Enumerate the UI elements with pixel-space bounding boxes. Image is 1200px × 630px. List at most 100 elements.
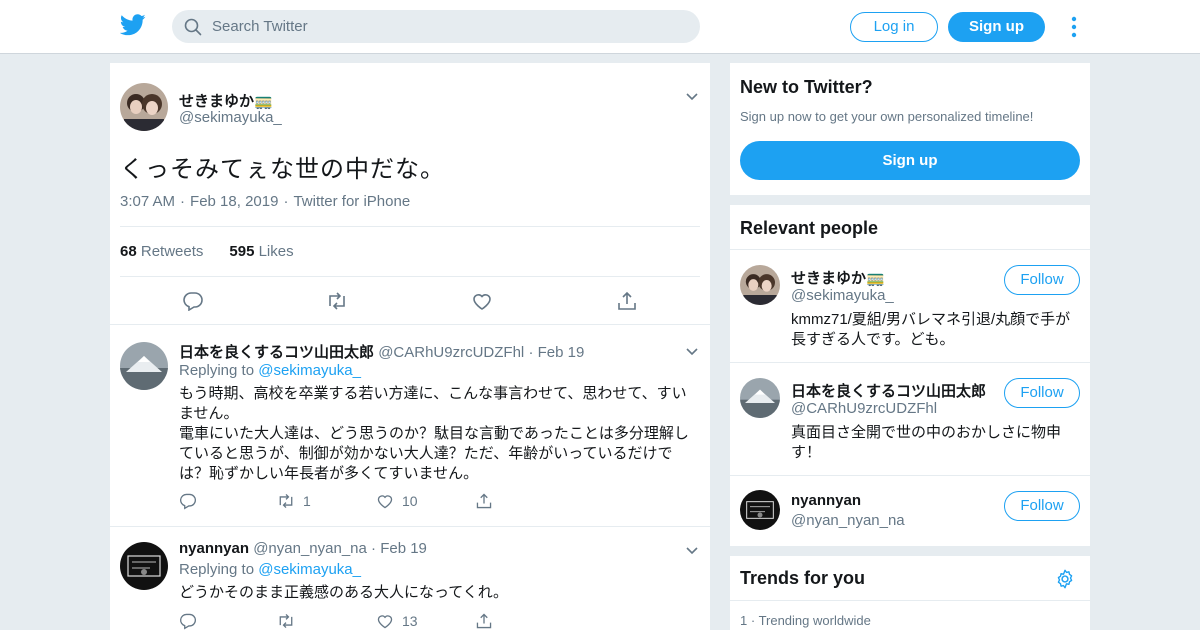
share-icon bbox=[476, 493, 492, 509]
reply-line: もう時期、高校を卒業する若い方達に、こんな事言わせて、思わせて、すい bbox=[179, 385, 687, 402]
signup-button[interactable]: Sign up bbox=[948, 12, 1045, 42]
reply-icon bbox=[180, 613, 197, 630]
login-button[interactable]: Log in bbox=[850, 12, 938, 42]
person-name[interactable]: せきまゆか🚃 bbox=[791, 267, 885, 288]
chevron-down-icon[interactable] bbox=[685, 346, 699, 356]
avatar[interactable] bbox=[120, 342, 168, 390]
reply-author-name[interactable]: nyannyan bbox=[179, 540, 249, 557]
reply-line: 電車にいた大人達は、どう思うのか？駄目な言動であったことは多分理解し bbox=[179, 425, 689, 442]
card-title: New to Twitter? bbox=[740, 77, 873, 97]
like-icon[interactable] bbox=[471, 291, 493, 311]
card-subtitle: Sign up now to get your own personalized… bbox=[740, 109, 1034, 124]
divider bbox=[120, 226, 700, 227]
likes-label: Likes bbox=[258, 243, 294, 260]
tweet-text: くっそみてぇな世の中だな。 bbox=[120, 156, 445, 183]
avatar[interactable] bbox=[120, 542, 168, 590]
replying-to: Replying to @sekimayuka_ bbox=[179, 561, 361, 578]
retweet-icon[interactable] bbox=[326, 291, 348, 311]
likes-count: 595 bbox=[229, 243, 255, 260]
reply-action[interactable] bbox=[179, 492, 197, 510]
reply-header: nyannyan @nyan_nyan_na · Feb 19 bbox=[179, 540, 427, 557]
retweet-action[interactable] bbox=[277, 612, 295, 630]
gear-icon[interactable] bbox=[1054, 568, 1076, 590]
like-icon bbox=[377, 495, 393, 509]
share-icon bbox=[476, 613, 492, 629]
chevron-down-icon[interactable] bbox=[685, 545, 699, 555]
follow-button[interactable]: Follow bbox=[1004, 491, 1080, 521]
retweets-count: 68 bbox=[120, 243, 137, 260]
person-bio: 真面目さ全開で世の中のおかしさに物申 す！ bbox=[791, 423, 1076, 463]
reply-tweet[interactable]: 日本を良くするコツ山田太郎 @CARhU9zrcUDZFhl · Feb 19 … bbox=[110, 326, 710, 527]
person-bio: kmmz71/夏組/男バレマネ引退/丸顔で手が 長すぎる人です。ども。 bbox=[791, 310, 1076, 350]
person-name[interactable]: 日本を良くするコツ山田太郎 bbox=[791, 380, 986, 401]
replying-to-link[interactable]: @sekimayuka_ bbox=[258, 362, 361, 379]
person-name[interactable]: nyannyan bbox=[791, 492, 861, 509]
trends-card: Trends for you 1 · Trending worldwide bbox=[730, 556, 1090, 630]
retweets-stat[interactable]: 68 Retweets bbox=[120, 243, 203, 260]
reply-line: ません。 bbox=[179, 405, 239, 422]
reply-date-text: Feb 19 bbox=[380, 540, 427, 557]
person-handle[interactable]: @CARhU9zrcUDZFhl bbox=[791, 400, 937, 417]
tweet-time[interactable]: 3:07 AM bbox=[120, 193, 175, 210]
share-action[interactable] bbox=[475, 612, 493, 630]
reply-line: どうかそのまま正義感のある大人になってくれ。 bbox=[179, 584, 508, 601]
reply-date[interactable]: · Feb 19 bbox=[371, 540, 427, 557]
retweet-icon bbox=[279, 493, 293, 509]
person-handle[interactable]: @sekimayuka_ bbox=[791, 287, 894, 304]
divider bbox=[120, 276, 700, 277]
replying-to-link[interactable]: @sekimayuka_ bbox=[258, 561, 361, 578]
avatar[interactable] bbox=[740, 378, 780, 418]
signup-large-button[interactable]: Sign up bbox=[740, 141, 1080, 180]
tweet-date[interactable]: Feb 18, 2019 bbox=[190, 193, 278, 210]
search-icon bbox=[184, 18, 202, 36]
tweet-stats: 68 Retweets 595 Likes bbox=[120, 243, 294, 260]
like-action[interactable]: 13 bbox=[376, 612, 418, 630]
share-icon[interactable] bbox=[616, 291, 638, 311]
reply-action[interactable] bbox=[179, 612, 197, 630]
reply-date-text: Feb 19 bbox=[537, 344, 585, 361]
retweet-icon bbox=[279, 613, 293, 629]
reply-date[interactable]: · Feb 19 bbox=[528, 344, 584, 361]
avatar[interactable] bbox=[740, 490, 780, 530]
reply-tweet[interactable]: nyannyan @nyan_nyan_na · Feb 19 Replying… bbox=[110, 528, 710, 630]
twitter-bird-icon[interactable] bbox=[120, 13, 146, 37]
share-action[interactable] bbox=[475, 492, 493, 510]
trend-meta[interactable]: 1 · Trending worldwide bbox=[740, 613, 871, 628]
search-bar[interactable] bbox=[172, 10, 700, 43]
avatar[interactable] bbox=[120, 83, 168, 131]
reply-author-handle[interactable]: @nyan_nyan_na bbox=[253, 540, 367, 557]
avatar[interactable] bbox=[740, 265, 780, 305]
reply-text: どうかそのまま正義感のある大人になってくれ。 bbox=[179, 583, 694, 603]
like-count: 10 bbox=[402, 493, 418, 509]
top-nav: Log in Sign up bbox=[0, 0, 1200, 54]
card-title: Relevant people bbox=[740, 218, 879, 238]
chevron-down-icon[interactable] bbox=[685, 91, 699, 101]
person-handle[interactable]: @nyan_nyan_na bbox=[791, 512, 905, 529]
more-options-icon[interactable] bbox=[1068, 14, 1080, 40]
search-input[interactable] bbox=[212, 10, 682, 43]
replying-prefix: Replying to bbox=[179, 561, 255, 578]
relevant-people-card: Relevant people せきまゆか🚃 @sekimayuka_ Foll… bbox=[730, 205, 1090, 546]
person-item[interactable]: せきまゆか🚃 @sekimayuka_ Follow kmmz71/夏組/男バレ… bbox=[730, 250, 1090, 362]
bio-line: kmmz71/夏組/男バレマネ引退/丸顔で手が bbox=[791, 311, 1071, 328]
tweet-column: せきまゆか🚃 @sekimayuka_ くっそみてぇな世の中だな。 3:07 A… bbox=[110, 63, 710, 630]
trend-rank: 1 bbox=[740, 613, 748, 628]
like-action[interactable]: 10 bbox=[376, 492, 418, 510]
follow-button[interactable]: Follow bbox=[1004, 265, 1080, 295]
person-item[interactable]: 日本を良くするコツ山田太郎 @CARhU9zrcUDZFhl Follow 真面… bbox=[730, 363, 1090, 475]
main-tweet: せきまゆか🚃 @sekimayuka_ くっそみてぇな世の中だな。 3:07 A… bbox=[110, 63, 710, 325]
reply-author-name[interactable]: 日本を良くするコツ山田太郎 bbox=[179, 344, 374, 361]
bio-line: 真面目さ全開で世の中のおかしさに物申 bbox=[791, 424, 1062, 441]
reply-icon[interactable] bbox=[182, 291, 204, 311]
new-to-twitter-card: New to Twitter? Sign up now to get your … bbox=[730, 63, 1090, 195]
follow-button[interactable]: Follow bbox=[1004, 378, 1080, 408]
reply-author-handle[interactable]: @CARhU9zrcUDZFhl bbox=[378, 344, 524, 361]
retweet-count: 1 bbox=[303, 493, 311, 509]
author-handle[interactable]: @sekimayuka_ bbox=[179, 109, 282, 126]
likes-stat[interactable]: 595 Likes bbox=[229, 243, 293, 260]
retweets-label: Retweets bbox=[140, 243, 204, 260]
retweet-action[interactable]: 1 bbox=[277, 492, 311, 510]
divider bbox=[730, 600, 1090, 601]
person-item[interactable]: nyannyan @nyan_nyan_na Follow bbox=[730, 476, 1090, 546]
author-name[interactable]: せきまゆか🚃 bbox=[179, 90, 273, 111]
